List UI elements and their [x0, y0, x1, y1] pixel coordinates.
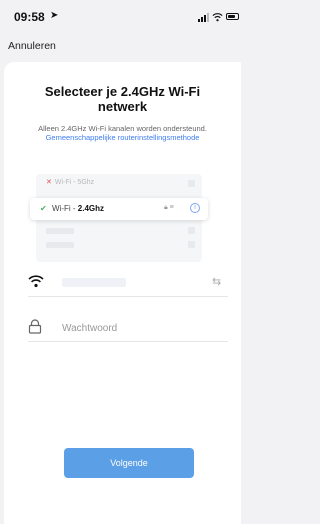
illustration-placeholder [188, 180, 195, 187]
cellular-signal-icon [198, 13, 209, 22]
row-24-label: Wi-Fi - 2.4Ghz [52, 204, 104, 213]
illustration-placeholder-bar [46, 228, 74, 234]
illustration-placeholder-bar [46, 242, 74, 248]
illustration-placeholder [188, 227, 195, 234]
row-24-band: 2.4Ghz [77, 204, 104, 213]
row-5g-prefix: Wi-Fi - [54, 179, 78, 186]
illustration-row-5ghz: ✕ Wi-Fi - 5Ghz [46, 178, 94, 186]
wifi-icon [212, 13, 223, 22]
password-field [28, 317, 228, 343]
subtitle-text: Alleen 2.4GHz Wi-Fi kanalen worden onder… [38, 124, 207, 133]
setup-card: Selecteer je 2.4GHz Wi-Fi netwerk Alleen… [4, 62, 241, 524]
ssid-divider [28, 296, 228, 297]
status-bar: 09:58 ➤ [0, 0, 241, 34]
network-illustration: ✕ Wi-Fi - 5Ghz ✔ Wi-Fi - 2.4Ghz 🔒︎ ≡ i [30, 174, 208, 262]
check-icon: ✔ [40, 204, 47, 213]
row-5g-band: 5Ghz [77, 179, 95, 186]
battery-icon [226, 13, 239, 20]
swap-arrows-icon[interactable]: ⇆ [212, 275, 221, 288]
password-input[interactable] [62, 320, 202, 336]
page-title: Selecteer je 2.4GHz Wi-Fi netwerk [44, 84, 201, 114]
ssid-input[interactable] [62, 278, 126, 287]
cross-icon: ✕ [46, 179, 52, 186]
lock-icon [28, 319, 42, 334]
row-24-prefix: Wi-Fi - [52, 204, 78, 213]
cancel-button[interactable]: Annuleren [8, 40, 56, 52]
ssid-field: ⇆ [28, 272, 228, 298]
status-time: 09:58 [14, 10, 45, 24]
wifi-icon [28, 275, 44, 288]
router-settings-link[interactable]: Gemeenschappelijke routerinstellingsmeth… [46, 133, 200, 142]
lock-wifi-icons: 🔒︎ ≡ [164, 204, 174, 211]
illustration-placeholder [188, 241, 195, 248]
page-subtitle: Alleen 2.4GHz Wi-Fi kanalen worden onder… [4, 124, 241, 142]
info-icon: i [190, 203, 200, 213]
next-button[interactable]: Volgende [64, 448, 194, 478]
illustration-row-24ghz: ✔ Wi-Fi - 2.4Ghz 🔒︎ ≡ i [30, 198, 208, 220]
location-arrow-icon: ➤ [50, 10, 59, 21]
password-divider [28, 341, 228, 342]
